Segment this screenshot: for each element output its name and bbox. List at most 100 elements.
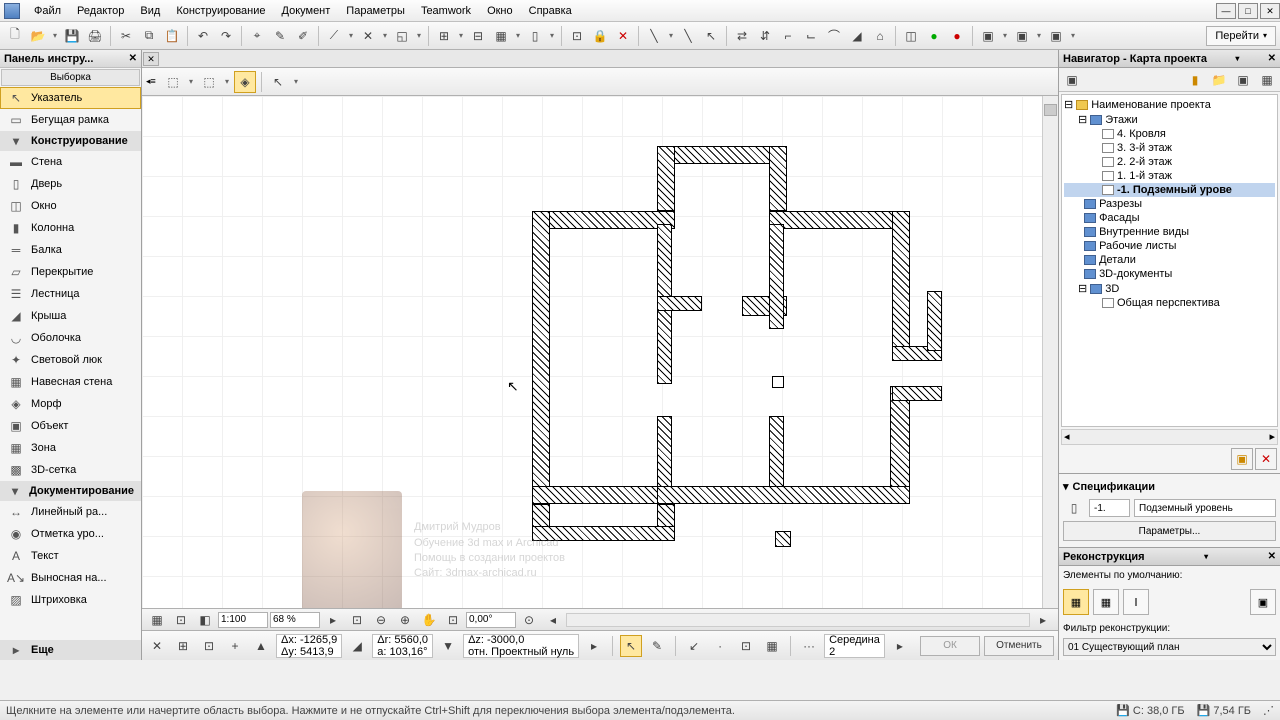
tree-story-2[interactable]: 2. 2-й этаж: [1064, 155, 1275, 169]
canvas[interactable]: ↖ Дмитрий Мудров Обучение 3d max и Archi…: [142, 96, 1058, 608]
zoom-fit-icon[interactable]: ⊡: [346, 609, 368, 631]
ok-button[interactable]: ОК: [920, 636, 980, 656]
layer-dropdown[interactable]: ▾: [513, 25, 523, 47]
tool-roof[interactable]: ◢Крыша: [0, 305, 141, 327]
tool-window[interactable]: ◫Окно: [0, 195, 141, 217]
tool-stair[interactable]: ☰Лестница: [0, 283, 141, 305]
undo-icon[interactable]: ↶: [192, 25, 214, 47]
cb-s1-icon[interactable]: ↙: [683, 635, 705, 657]
spec-id-input[interactable]: [1089, 499, 1130, 517]
ruler-btn1[interactable]: ▦: [146, 609, 168, 631]
menu-teamwork[interactable]: Teamwork: [413, 2, 479, 20]
v3-dropdown[interactable]: ▾: [1068, 25, 1078, 47]
line2-icon[interactable]: ╲: [677, 25, 699, 47]
recon-close-icon[interactable]: ✕: [1268, 551, 1276, 562]
unlock-icon[interactable]: ✕: [612, 25, 634, 47]
cb-s2-icon[interactable]: ·: [709, 635, 731, 657]
vertical-scrollbar[interactable]: [1042, 96, 1058, 608]
cb-close-icon[interactable]: ✕: [146, 635, 168, 657]
angle1-dropdown[interactable]: ▾: [346, 25, 356, 47]
tree-root[interactable]: ⊟ Наименование проекта: [1064, 97, 1275, 112]
cb-go-icon[interactable]: ▸: [889, 635, 911, 657]
tool3-icon[interactable]: ◢: [846, 25, 868, 47]
elev-icon[interactable]: ⇵: [754, 25, 776, 47]
scale-input[interactable]: [218, 612, 268, 628]
tool-slab[interactable]: ▱Перекрытие: [0, 261, 141, 283]
menu-window[interactable]: Окно: [479, 2, 521, 20]
menu-design[interactable]: Конструирование: [168, 2, 273, 20]
arrow-icon[interactable]: ↖: [700, 25, 722, 47]
redo-icon[interactable]: ↷: [215, 25, 237, 47]
eyedrop-icon[interactable]: ✐: [292, 25, 314, 47]
minimize-button[interactable]: —: [1216, 3, 1236, 19]
tree-worksheets[interactable]: Рабочие листы: [1064, 239, 1275, 253]
section-construct[interactable]: ▾Конструирование: [0, 131, 141, 151]
menu-options[interactable]: Параметры: [338, 2, 413, 20]
cb-a-icon[interactable]: ▲: [250, 635, 272, 657]
params-button[interactable]: Параметры...: [1063, 521, 1276, 541]
tool-text[interactable]: AТекст: [0, 545, 141, 567]
more-button[interactable]: ▸Еще: [0, 640, 141, 660]
prev-icon[interactable]: ◂: [542, 609, 564, 631]
v2-dropdown[interactable]: ▾: [1034, 25, 1044, 47]
green-icon[interactable]: ●: [923, 25, 945, 47]
view2-icon[interactable]: ▣: [1011, 25, 1033, 47]
tree-sections[interactable]: Разрезы: [1064, 197, 1275, 211]
tree-3ddocs[interactable]: 3D-документы: [1064, 267, 1275, 281]
new-icon[interactable]: 🗋: [4, 25, 26, 47]
sel-d1[interactable]: ▾: [186, 71, 196, 93]
nav-tb3-icon[interactable]: 📁: [1208, 69, 1230, 91]
cb-snap2-icon[interactable]: ✎: [646, 635, 668, 657]
cb-mode2-icon[interactable]: ⊡: [198, 635, 220, 657]
cb-plus-icon[interactable]: +: [224, 635, 246, 657]
group-icon[interactable]: ▯: [524, 25, 546, 47]
tool-dim[interactable]: ↔Линейный ра...: [0, 501, 141, 523]
chevron-down-icon[interactable]: ▾: [1063, 480, 1069, 493]
angle1-icon[interactable]: ⟋: [323, 25, 345, 47]
paste-icon[interactable]: 📋: [161, 25, 183, 47]
pan-icon[interactable]: ✋: [418, 609, 440, 631]
tool-door[interactable]: ▯Дверь: [0, 173, 141, 195]
cb-z-icon[interactable]: ▼: [437, 635, 459, 657]
tool-curtain[interactable]: ▦Навесная стена: [0, 371, 141, 393]
sel-mode2-icon[interactable]: ⬚: [198, 71, 220, 93]
cb-s4-icon[interactable]: ▦: [761, 635, 783, 657]
tree-3d-persp[interactable]: Общая перспектива: [1064, 296, 1275, 310]
h-scrollbar[interactable]: [566, 613, 1030, 627]
grid-dropdown[interactable]: ▾: [456, 25, 466, 47]
group-dropdown[interactable]: ▾: [547, 25, 557, 47]
tool2-icon[interactable]: ⌙: [800, 25, 822, 47]
open-dropdown[interactable]: ▾: [50, 25, 60, 47]
cut-icon[interactable]: ✂: [115, 25, 137, 47]
nav-tb2-icon[interactable]: ▮: [1184, 69, 1206, 91]
sel-d2[interactable]: ▾: [222, 71, 232, 93]
tool-object[interactable]: ▣Объект: [0, 415, 141, 437]
tool-pointer[interactable]: ↖Указатель: [0, 87, 141, 109]
nav-close-icon[interactable]: ✕: [1268, 53, 1276, 64]
3d-icon[interactable]: ◫: [900, 25, 922, 47]
tree-stories[interactable]: ⊟ Этажи: [1064, 112, 1275, 127]
spec-del-icon[interactable]: ✕: [1255, 448, 1277, 470]
project-tree[interactable]: ⊟ Наименование проекта ⊟ Этажи 4. Кровля…: [1061, 94, 1278, 427]
pencil-icon[interactable]: ✎: [269, 25, 291, 47]
nav-tb4-icon[interactable]: ▣: [1232, 69, 1254, 91]
tool-level[interactable]: ◉Отметка уро...: [0, 523, 141, 545]
lock-icon[interactable]: 🔒: [589, 25, 611, 47]
tree-elevations[interactable]: Фасады: [1064, 211, 1275, 225]
tree-story-basement[interactable]: -1. Подземный урове: [1064, 183, 1275, 197]
tool-wall[interactable]: ▬Стена: [0, 151, 141, 173]
arc-icon[interactable]: ⌒: [823, 25, 845, 47]
save-icon[interactable]: 💾: [61, 25, 83, 47]
zoom-out-icon[interactable]: ⊖: [370, 609, 392, 631]
tab-close-icon[interactable]: ✕: [143, 52, 159, 66]
zoom-play-icon[interactable]: ▸: [322, 609, 344, 631]
tool-mesh[interactable]: ▩3D-сетка: [0, 459, 141, 481]
tool-beam[interactable]: ═Балка: [0, 239, 141, 261]
spec-btn1-icon[interactable]: ▣: [1231, 448, 1253, 470]
sel-mode1-icon[interactable]: ⬚: [162, 71, 184, 93]
tree-3d[interactable]: ⊟ 3D: [1064, 281, 1275, 296]
cancel-button[interactable]: Отменить: [984, 636, 1054, 656]
grid-icon[interactable]: ⊞: [433, 25, 455, 47]
cb-tri-icon[interactable]: ◢: [346, 635, 368, 657]
zoom-sel-icon[interactable]: ⊡: [442, 609, 464, 631]
